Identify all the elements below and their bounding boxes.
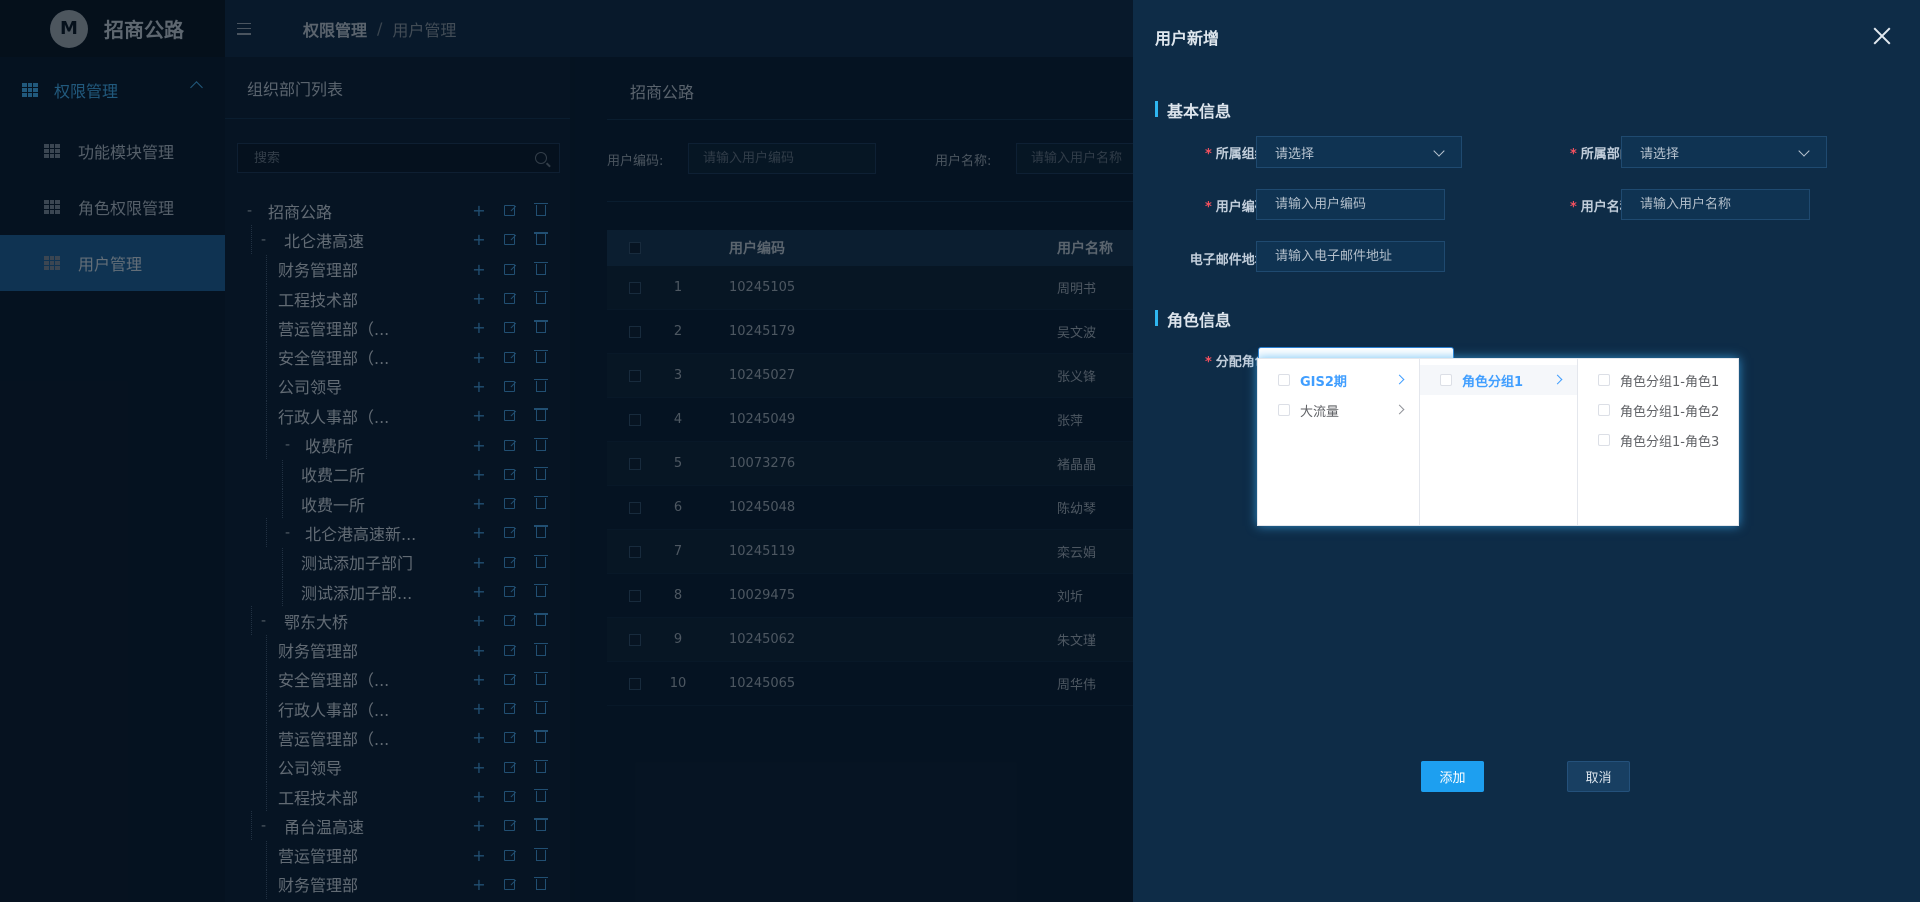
add-button[interactable]: 添加	[1421, 761, 1484, 792]
role-info-section-title: 角色信息	[1155, 307, 1231, 331]
cascader-option[interactable]: 角色分组1	[1420, 365, 1577, 395]
chevron-right-icon	[1394, 374, 1405, 385]
cascader-column-1: GIS2期大流量	[1258, 359, 1420, 525]
basic-info-section-title: 基本信息	[1155, 98, 1231, 122]
cascader-option-label: 角色分组1	[1462, 374, 1524, 390]
cascader-option[interactable]: 大流量	[1258, 395, 1419, 425]
chevron-right-icon	[1394, 404, 1405, 415]
checkbox[interactable]	[1440, 374, 1452, 386]
checkbox[interactable]	[1278, 404, 1290, 416]
cascader-option[interactable]: GIS2期	[1258, 365, 1419, 395]
checkbox[interactable]	[1598, 404, 1610, 416]
role-cascader-dropdown: GIS2期 大流量 角色分组1 角色分组1-角色1 角色分组1-角色2 角色分组1-角…	[1257, 358, 1739, 526]
cascader-option-label: 大流量	[1300, 404, 1340, 420]
cascader-option-label: 角色分组1-角色1	[1620, 374, 1720, 390]
required-mark: *	[1569, 147, 1577, 162]
dept-select[interactable]: 请选择	[1621, 136, 1827, 168]
cascader-option[interactable]: 角色分组1-角色2	[1578, 395, 1738, 425]
user-code-input[interactable]	[1256, 189, 1445, 220]
chevron-right-icon	[1552, 374, 1563, 385]
required-mark: *	[1204, 147, 1212, 162]
cascader-column-2: 角色分组1	[1420, 359, 1578, 525]
user-name-input[interactable]	[1621, 189, 1810, 220]
cascader-option-label: 角色分组1-角色2	[1620, 404, 1720, 420]
cascader-option-label: GIS2期	[1300, 374, 1347, 390]
chevron-down-icon	[1798, 145, 1810, 157]
org-select[interactable]: 请选择	[1256, 136, 1462, 168]
modal-overlay[interactable]	[0, 0, 1133, 902]
checkbox[interactable]	[1598, 374, 1610, 386]
dept-select-value: 请选择	[1640, 146, 1680, 162]
cascader-column-3: 角色分组1-角色1 角色分组1-角色2 角色分组1-角色3	[1578, 359, 1738, 525]
cascader-option[interactable]: 角色分组1-角色1	[1578, 365, 1738, 395]
checkbox[interactable]	[1598, 434, 1610, 446]
required-mark: *	[1204, 200, 1212, 215]
required-mark: *	[1569, 200, 1577, 215]
cascader-option[interactable]: 角色分组1-角色3	[1578, 425, 1738, 455]
cascader-option-label: 角色分组1-角色3	[1620, 434, 1720, 450]
cancel-button[interactable]: 取消	[1567, 761, 1630, 792]
chevron-down-icon	[1433, 145, 1445, 157]
required-mark: *	[1204, 355, 1212, 370]
checkbox[interactable]	[1278, 374, 1290, 386]
org-select-value: 请选择	[1275, 146, 1315, 162]
close-icon[interactable]	[1873, 27, 1891, 45]
email-label: 电子邮件地址:	[1189, 253, 1273, 268]
email-input[interactable]	[1256, 241, 1445, 272]
drawer-title: 用户新增	[1155, 29, 1220, 48]
